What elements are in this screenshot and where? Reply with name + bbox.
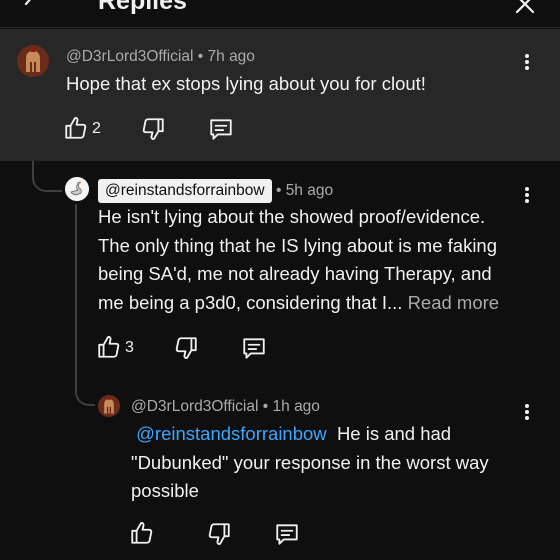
avatar[interactable] bbox=[17, 45, 49, 77]
comment-time: 5h ago bbox=[285, 182, 334, 199]
close-icon[interactable] bbox=[513, 0, 537, 16]
top-bar: Replies bbox=[0, 0, 560, 28]
comment-text: He isn't lying about the showed proof/ev… bbox=[98, 203, 538, 317]
thumbs-up-icon[interactable] bbox=[129, 520, 155, 546]
thumbs-down-icon[interactable] bbox=[206, 521, 232, 547]
meta-separator: • bbox=[197, 48, 204, 65]
thumbs-down-icon[interactable] bbox=[140, 116, 166, 142]
comment-line: me being a p3d0, considering that I... R… bbox=[98, 289, 538, 318]
comment-meta: @D3rLord3Official • 1h ago bbox=[131, 397, 320, 417]
like-count: 3 bbox=[125, 339, 134, 356]
mention-link[interactable]: @reinstandsforrainbow bbox=[136, 423, 327, 444]
comment-meta: @reinstandsforrainbow • 5h ago bbox=[98, 179, 333, 203]
thumbs-up-icon[interactable] bbox=[63, 115, 89, 141]
comment-line-text: me being a p3d0, considering that I... bbox=[98, 291, 403, 313]
comment-meta: @D3rLord3Official • 7h ago bbox=[66, 47, 255, 67]
comment-time: 1h ago bbox=[272, 398, 320, 415]
meta-separator: • bbox=[262, 398, 269, 415]
avatar[interactable] bbox=[98, 395, 120, 417]
comment-highlighted: @D3rLord3Official • 7h ago Hope that ex … bbox=[0, 29, 560, 161]
comment-line: He isn't lying about the showed proof/ev… bbox=[98, 206, 486, 227]
thread-line bbox=[75, 300, 95, 406]
like-count: 2 bbox=[92, 120, 101, 137]
thumbs-down-icon[interactable] bbox=[173, 335, 199, 361]
avatar[interactable] bbox=[65, 177, 89, 201]
comment-text: Hope that ex stops lying about you for c… bbox=[66, 73, 426, 94]
page-title: Replies bbox=[98, 0, 187, 15]
comment-line: being SA'd, me not already having Therap… bbox=[98, 263, 492, 284]
comment-author-chip[interactable]: @reinstandsforrainbow bbox=[98, 179, 272, 203]
back-arrow-icon[interactable] bbox=[18, 0, 42, 16]
reply-icon[interactable] bbox=[208, 116, 234, 142]
reply-icon[interactable] bbox=[274, 521, 300, 547]
more-options-icon[interactable] bbox=[517, 50, 537, 74]
comment-author[interactable]: @D3rLord3Official bbox=[66, 48, 193, 65]
comment-author[interactable]: @D3rLord3Official bbox=[131, 398, 258, 415]
reply-icon[interactable] bbox=[241, 335, 267, 361]
comment-line: possible bbox=[131, 480, 199, 501]
swan-avatar-icon bbox=[65, 177, 89, 201]
spartan-helmet-icon bbox=[17, 45, 49, 77]
comment-time: 7h ago bbox=[207, 48, 255, 65]
thread-line bbox=[75, 204, 77, 304]
comment-line: The only thing that he IS lying about is… bbox=[98, 234, 498, 256]
comment-text: @reinstandsforrainbow He is and had "Dub… bbox=[131, 420, 531, 506]
comment-line: "Dubunked" your response in the worst wa… bbox=[131, 451, 489, 473]
comment-line-text: He is and had bbox=[336, 423, 452, 444]
spartan-helmet-icon bbox=[98, 395, 120, 417]
thumbs-up-icon[interactable] bbox=[96, 334, 122, 360]
read-more-link[interactable]: Read more bbox=[408, 292, 500, 313]
meta-separator: • bbox=[275, 182, 282, 199]
comment-line: @reinstandsforrainbow He is and had bbox=[131, 420, 531, 449]
